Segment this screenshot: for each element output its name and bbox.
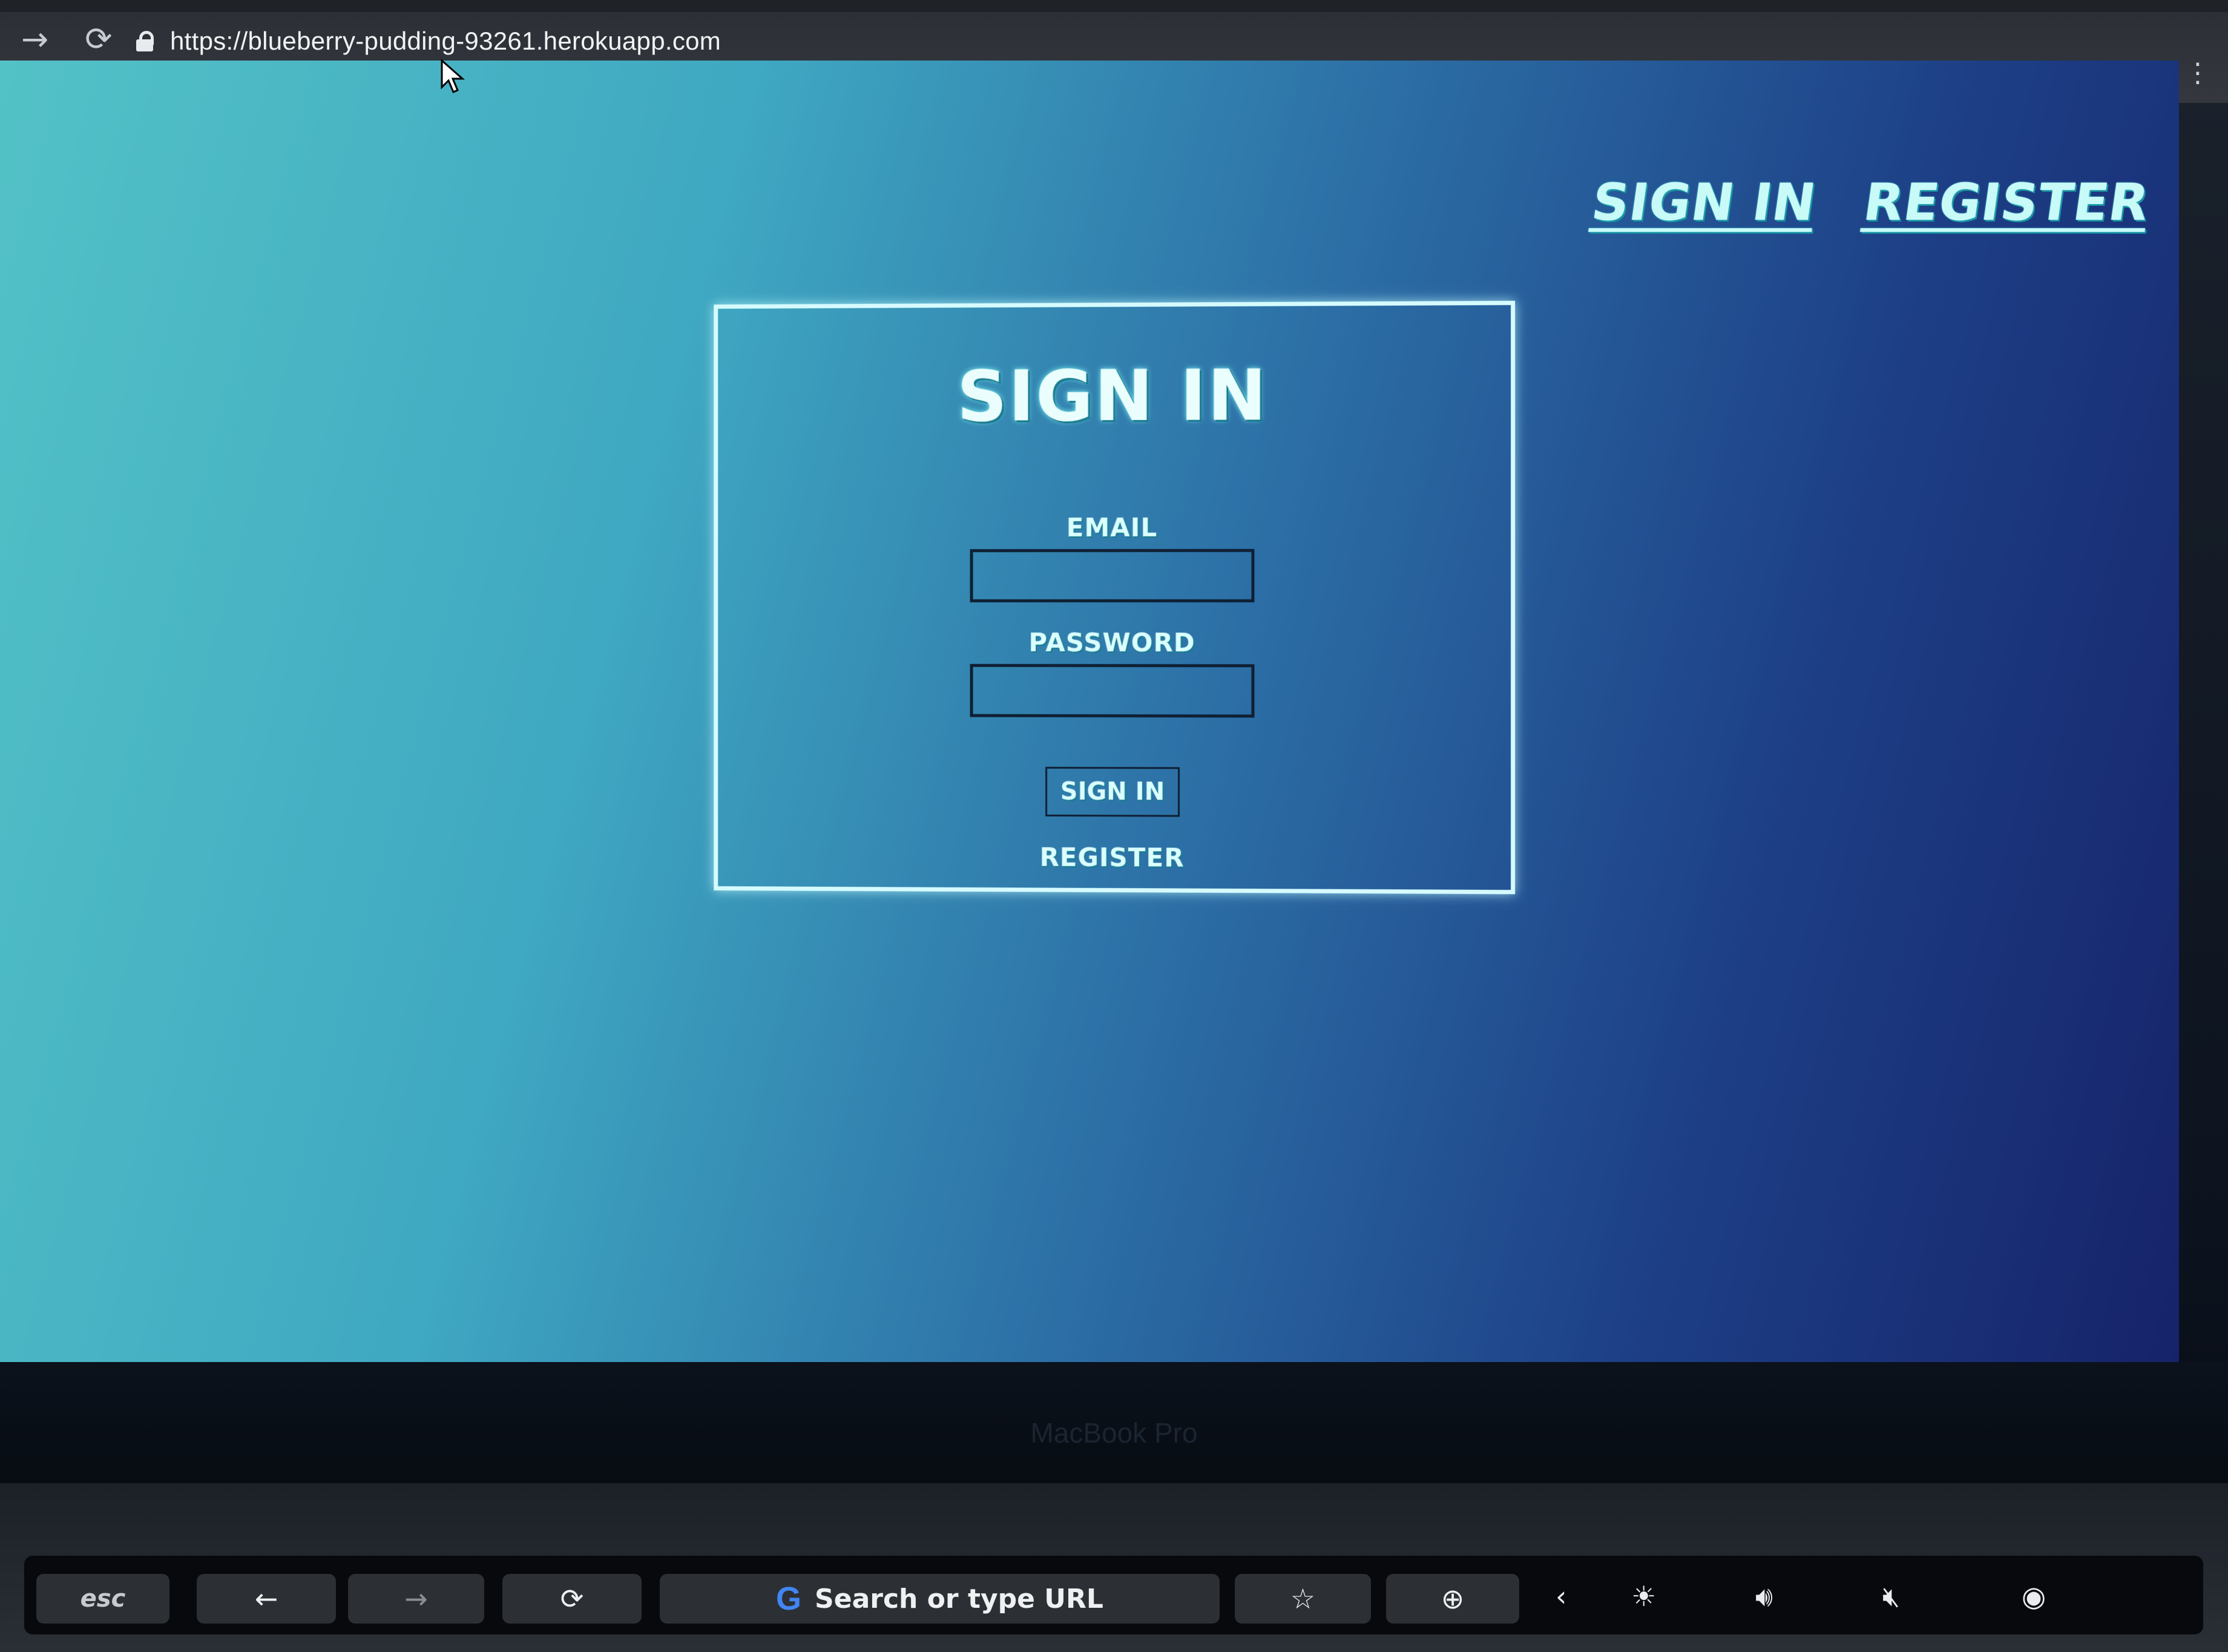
touchbar-esc-key[interactable]: esc <box>36 1574 169 1624</box>
forward-arrow-icon[interactable]: → <box>21 23 48 56</box>
sign-in-button[interactable]: SIGN IN <box>1045 767 1180 817</box>
reload-icon[interactable]: ⟳ <box>85 23 112 56</box>
url-text[interactable]: https://blueberry-pudding-93261.herokuap… <box>170 27 721 56</box>
browser-nav: → ⟳ <box>21 12 113 67</box>
laptop-bezel: MacBook Pro <box>0 1362 2228 1501</box>
web-page: SIGN IN REGISTER SIGN IN EMAIL PASSWORD … <box>0 61 2179 1362</box>
touchbar-search-field[interactable]: G Search or type URL <box>660 1574 1220 1624</box>
email-label: EMAIL <box>718 512 1511 542</box>
email-field[interactable] <box>970 549 1255 602</box>
sign-in-title: SIGN IN <box>718 354 1511 438</box>
google-logo-icon: G <box>776 1580 801 1617</box>
touchbar-brightness-icon[interactable]: ☀ <box>1631 1580 1656 1613</box>
nav-register-link[interactable]: REGISTER <box>1860 173 2153 232</box>
touchbar-expand-icon[interactable]: ‹ <box>1556 1580 1566 1613</box>
touchbar-search-text: Search or type URL <box>815 1584 1103 1614</box>
nav-sign-in-link[interactable]: SIGN IN <box>1588 173 1820 232</box>
tab-strip <box>0 0 2228 12</box>
password-label: PASSWORD <box>718 628 1511 658</box>
touchbar-bookmark-icon[interactable]: ☆ <box>1235 1574 1371 1624</box>
touchbar-siri-icon[interactable]: ◉ <box>2022 1580 2046 1613</box>
lock-icon <box>136 31 153 51</box>
register-link[interactable]: REGISTER <box>718 841 1511 874</box>
menu-kebab-icon[interactable]: ⋮ <box>2192 61 2204 85</box>
top-nav: SIGN IN REGISTER <box>1592 173 2149 232</box>
password-field[interactable] <box>970 664 1255 718</box>
photo-frame: → ⟳ https://blueberry-pudding-93261.hero… <box>0 0 2228 1652</box>
touchbar-back-icon[interactable]: ← <box>197 1574 336 1624</box>
touchbar-new-tab-icon[interactable]: ⊕ <box>1386 1574 1519 1624</box>
laptop-brand-label: MacBook Pro <box>0 1417 2228 1449</box>
touchbar-reload-icon[interactable]: ⟳ <box>502 1574 642 1624</box>
mouse-cursor-icon <box>441 59 465 94</box>
address-bar[interactable]: https://blueberry-pudding-93261.herokuap… <box>136 17 721 65</box>
touchbar-forward-icon[interactable]: → <box>348 1574 484 1624</box>
sign-in-card: SIGN IN EMAIL PASSWORD SIGN IN REGISTER <box>714 301 1515 894</box>
touchbar-mute-icon[interactable]: 🔇︎ <box>1882 1580 1900 1614</box>
touchbar-volume-icon[interactable]: 🔊︎ <box>1755 1580 1773 1614</box>
